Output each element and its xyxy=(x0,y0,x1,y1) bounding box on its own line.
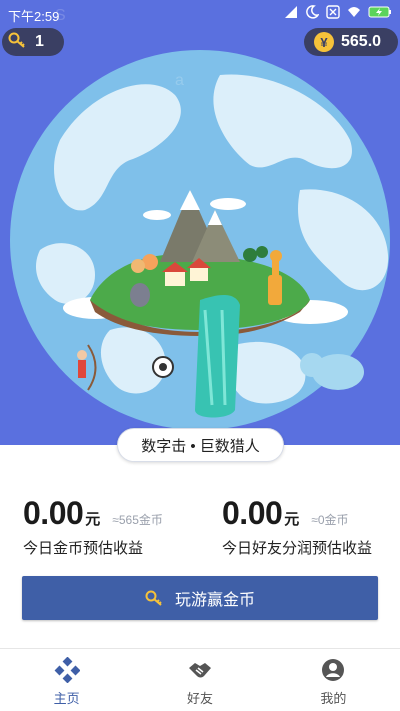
bottom-tab-bar: 主页 好友 我的 xyxy=(0,648,400,711)
keys-counter[interactable]: 1 xyxy=(2,28,64,56)
earnings-value: 0.00 xyxy=(23,495,84,531)
status-icons xyxy=(284,5,392,19)
play-button-label: 玩游赢金币 xyxy=(174,592,255,609)
earnings-caption: 今日金币预估收益 xyxy=(23,540,144,557)
svg-text:a: a xyxy=(175,72,184,89)
friend-earnings-value: 0.00 xyxy=(222,495,283,531)
friend-earnings-caption: 今日好友分润预估收益 xyxy=(222,540,373,557)
handshake-icon xyxy=(187,657,213,683)
play-win-coins-button[interactable]: 玩游赢金币 xyxy=(22,576,378,620)
friend-earnings-approx-coins: ≈0金币 xyxy=(311,513,349,527)
battery-charging-icon xyxy=(368,5,392,19)
today-coin-earnings: 0.00 元 ≈565金币 今日金币预估收益 xyxy=(23,495,163,558)
tab-friends[interactable]: 好友 xyxy=(133,649,266,711)
globe-illustration: S a xyxy=(10,7,390,430)
earnings-approx-coins: ≈565金币 xyxy=(112,513,163,527)
home-icon xyxy=(54,657,80,683)
profile-icon xyxy=(320,657,346,683)
coin-balance: 565.0 xyxy=(341,33,382,50)
wifi-icon xyxy=(347,5,361,19)
today-friend-share-earnings: 0.00 元 ≈0金币 今日好友分润预估收益 xyxy=(222,495,372,558)
tab-label: 好友 xyxy=(186,691,213,706)
keys-count: 1 xyxy=(35,33,44,50)
hero-banner: S a 下午2:59 1 ¥ 565.0 xyxy=(0,0,400,445)
status-time: 下午2:59 xyxy=(8,9,60,24)
key-icon xyxy=(145,589,163,607)
tab-label: 我的 xyxy=(320,691,347,706)
earnings-unit: 元 xyxy=(85,511,101,528)
key-icon xyxy=(8,31,26,54)
friend-earnings-unit: 元 xyxy=(284,511,300,528)
notification-off-icon xyxy=(326,5,340,19)
tab-home[interactable]: 主页 xyxy=(0,649,133,711)
game-title-chip[interactable]: 数字击 • 巨数猎人 xyxy=(117,428,284,462)
coin-icon: ¥ xyxy=(314,32,334,52)
tab-label: 主页 xyxy=(53,691,80,706)
status-bar: 下午2:59 xyxy=(0,0,400,26)
coin-balance-pill[interactable]: ¥ 565.0 xyxy=(304,28,398,56)
signal-icon xyxy=(284,5,298,19)
moon-icon xyxy=(305,5,320,19)
tab-profile[interactable]: 我的 xyxy=(267,649,400,711)
